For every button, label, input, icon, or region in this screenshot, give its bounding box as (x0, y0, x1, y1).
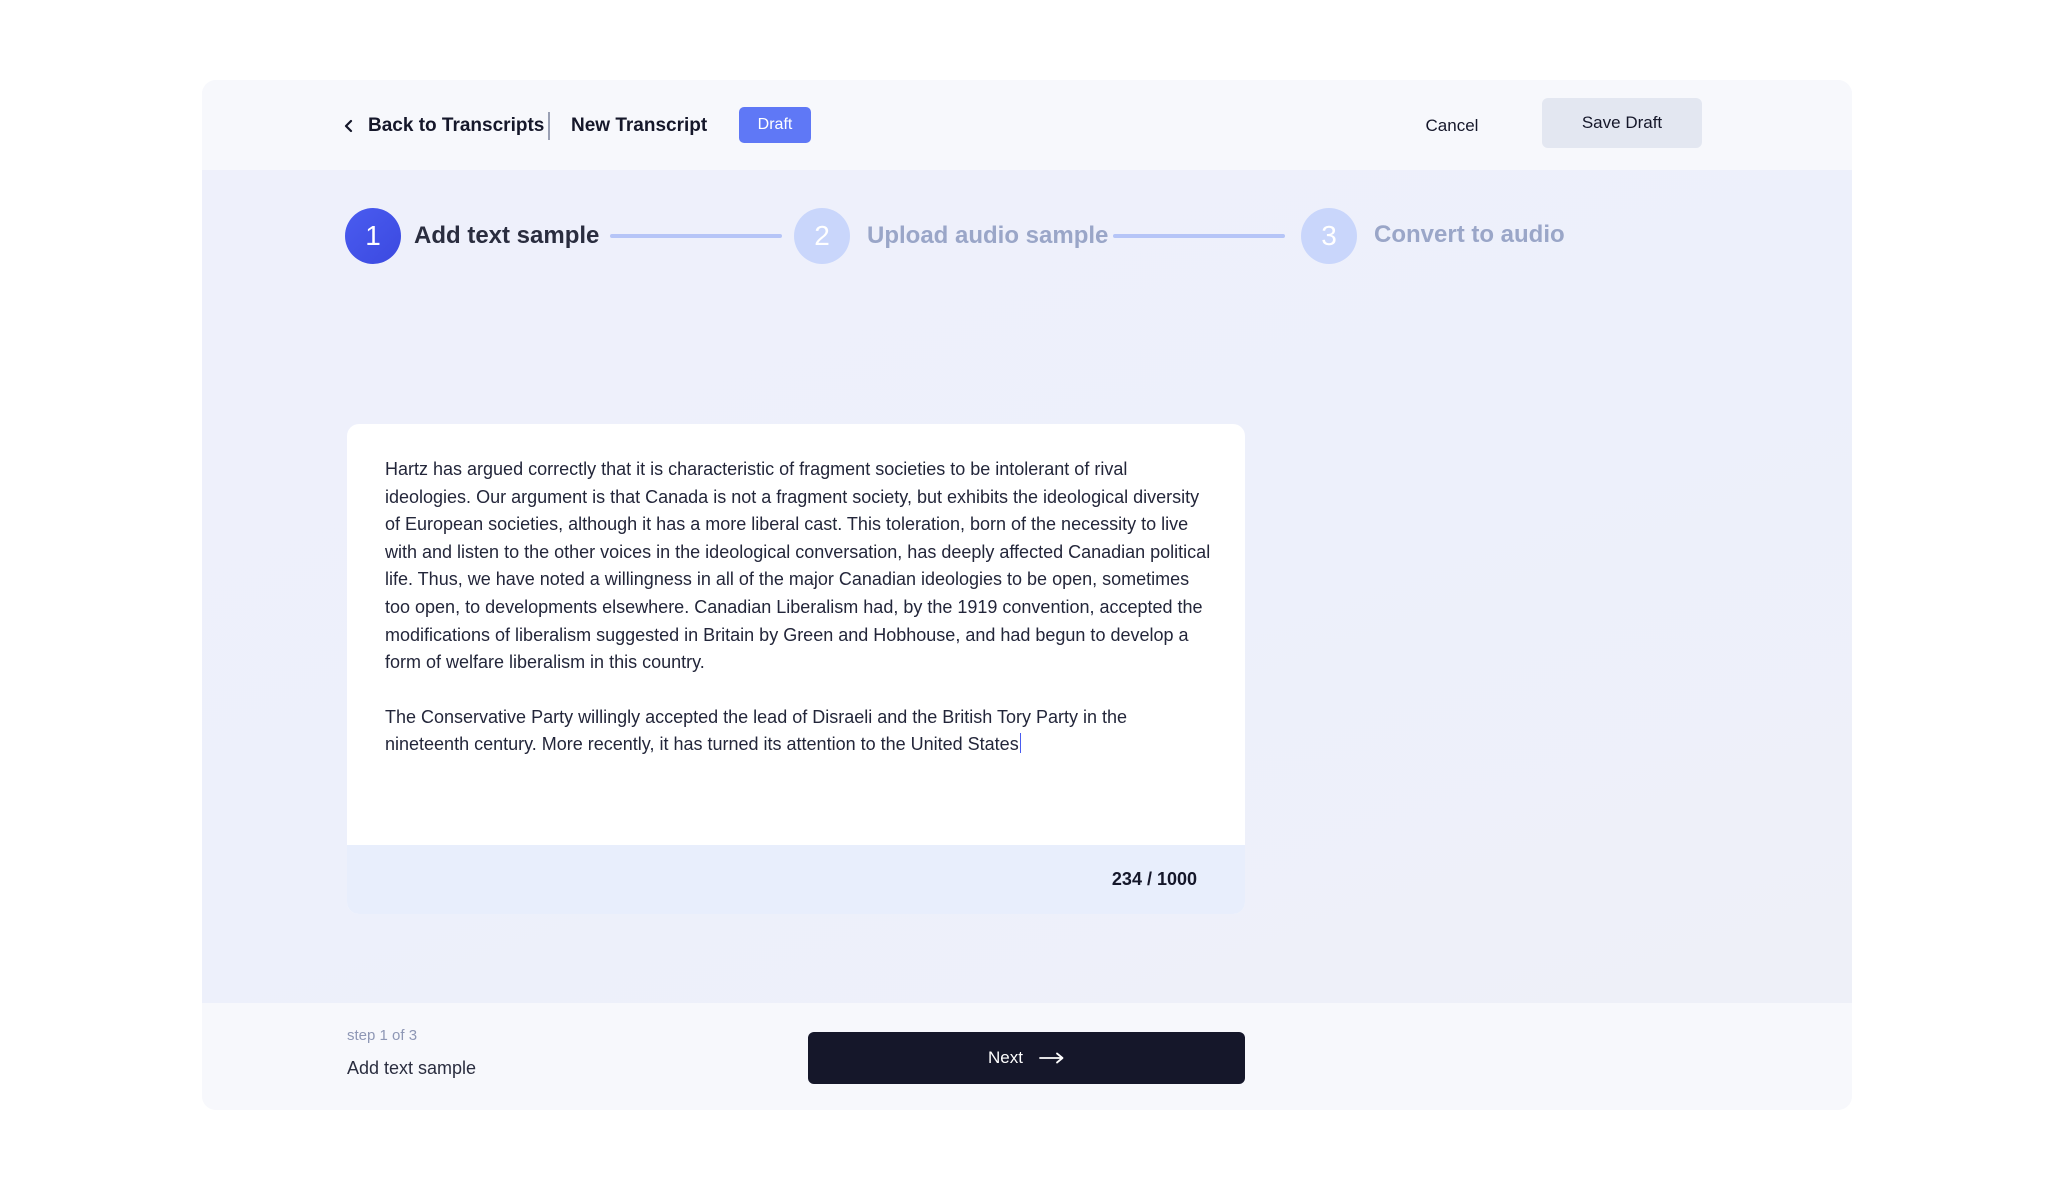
character-counter-bar: 234 / 1000 (347, 845, 1245, 914)
main-content: 1 Add text sample 2 Upload audio sample … (202, 170, 1852, 1003)
app-frame: Back to Transcripts New Transcript Draft… (202, 80, 1852, 1110)
status-badge: Draft (739, 107, 811, 143)
step-2-label: Upload audio sample (867, 222, 1109, 249)
step-3-indicator[interactable]: 3 (1301, 208, 1357, 264)
text-paragraph-2-content: The Conservative Party willingly accepte… (385, 706, 1128, 755)
step-connector-2 (1113, 234, 1285, 238)
step-progress-text: step 1 of 3 (347, 1027, 418, 1044)
character-counter: 234 / 1000 (1111, 869, 1197, 889)
save-draft-button[interactable]: Save Draft (1542, 98, 1702, 148)
back-link-label: Back to Transcripts (368, 115, 545, 136)
step-connector-1 (610, 234, 782, 238)
text-cursor (1019, 733, 1022, 754)
step-3-label: Convert to audio (1374, 221, 1565, 248)
text-sample-input[interactable]: Hartz has argued correctly that it is ch… (385, 456, 1215, 759)
chevron-left-icon (344, 119, 353, 133)
back-to-transcripts-link[interactable]: Back to Transcripts (342, 110, 544, 142)
header-divider (548, 112, 550, 140)
step-1-indicator[interactable]: 1 (345, 208, 401, 264)
page-title: New Transcript (571, 115, 708, 136)
text-sample-editor[interactable]: Hartz has argued correctly that it is ch… (347, 424, 1245, 914)
next-button-label: Next (988, 1048, 1023, 1067)
next-button[interactable]: Next (808, 1032, 1245, 1084)
arrow-right-icon (1039, 1052, 1064, 1064)
current-step-name: Add text sample (347, 1058, 477, 1078)
stepper: 1 Add text sample 2 Upload audio sample … (202, 170, 1852, 300)
cancel-button[interactable]: Cancel (1407, 107, 1497, 145)
text-paragraph-1: Hartz has argued correctly that it is ch… (385, 459, 1211, 673)
step-1-label: Add text sample (414, 222, 600, 249)
bottom-bar: step 1 of 3 Add text sample Next (202, 1003, 1852, 1110)
step-2-indicator[interactable]: 2 (794, 208, 850, 264)
text-paragraph-2: The Conservative Party willingly accepte… (385, 704, 1215, 759)
top-bar: Back to Transcripts New Transcript Draft… (202, 80, 1852, 170)
